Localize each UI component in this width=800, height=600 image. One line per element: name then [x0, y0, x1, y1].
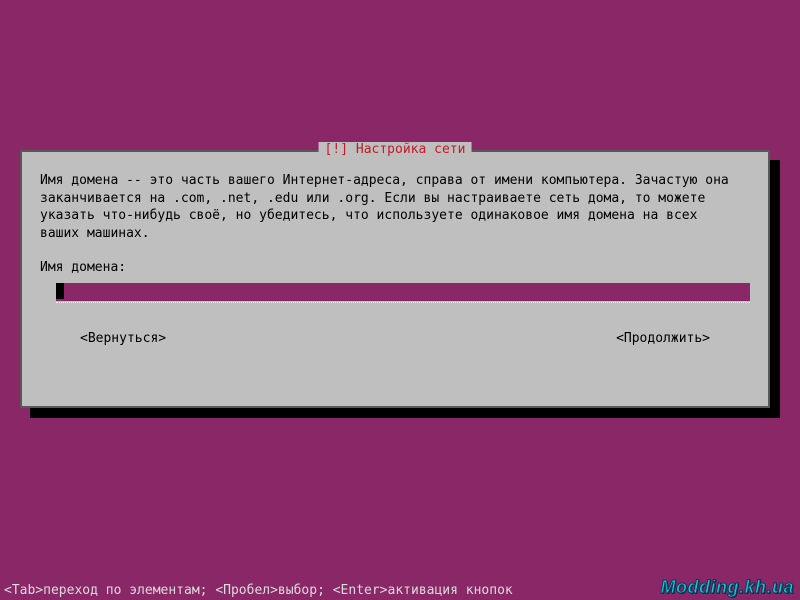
- domain-name-input-wrap: [56, 283, 750, 301]
- continue-button[interactable]: <Продолжить>: [616, 331, 710, 346]
- watermark: Modding.kh.ua: [661, 577, 794, 598]
- text-cursor: [56, 283, 64, 299]
- network-config-dialog: [!] Настройка сети Имя домена -- это час…: [20, 150, 770, 408]
- dialog-description: Имя домена -- это часть вашего Интернет-…: [40, 172, 750, 242]
- domain-name-label: Имя домена:: [40, 260, 750, 275]
- back-button[interactable]: <Вернуться>: [80, 331, 166, 346]
- dialog-buttons: <Вернуться> <Продолжить>: [40, 331, 750, 346]
- keyboard-hints: <Tab>переход по элементам; <Пробел>выбор…: [4, 583, 513, 598]
- domain-name-input[interactable]: [56, 283, 750, 301]
- dialog-title: [!] Настройка сети: [319, 142, 472, 157]
- input-underline: [56, 301, 750, 303]
